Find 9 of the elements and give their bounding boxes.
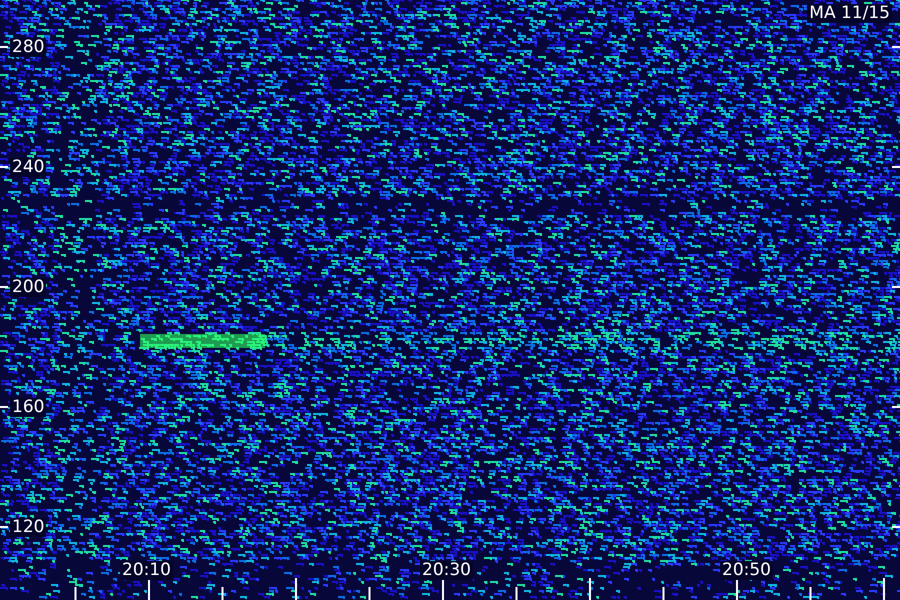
chart-title: MA 11/15 — [807, 4, 892, 23]
y-axis-label: 160 — [10, 398, 46, 417]
y-axis-label: 200 — [10, 278, 46, 297]
y-axis-label: 280 — [10, 38, 46, 57]
x-axis-label: 20:30 — [420, 561, 473, 580]
x-axis-label: 20:10 — [120, 561, 173, 580]
y-axis-label: 240 — [10, 158, 46, 177]
y-axis-label: 120 — [10, 518, 46, 537]
x-axis-label: 20:50 — [720, 561, 773, 580]
